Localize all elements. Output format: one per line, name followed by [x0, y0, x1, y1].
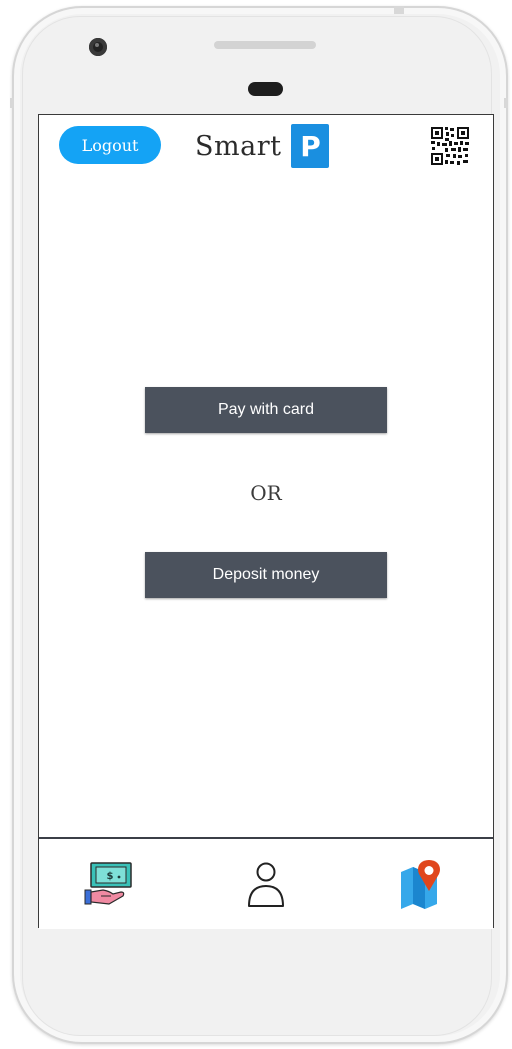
proximity-sensor	[248, 82, 283, 96]
svg-text:$: $	[107, 871, 114, 882]
app-logo: Smart P	[195, 123, 330, 169]
logo-text: Smart	[195, 130, 282, 162]
nav-map[interactable]	[382, 839, 462, 929]
bottom-navigation: $	[39, 837, 493, 929]
side-button-right	[504, 98, 508, 108]
side-button-left	[10, 98, 14, 108]
front-camera	[89, 38, 107, 56]
power-button	[394, 6, 404, 14]
logo-badge: P	[291, 124, 330, 168]
user-icon	[248, 862, 284, 907]
map-pin-icon	[401, 860, 440, 909]
or-separator: OR	[250, 481, 282, 505]
money-hand-icon: $	[84, 862, 132, 905]
pay-with-card-button[interactable]: Pay with card	[145, 387, 387, 433]
nav-payment[interactable]: $	[69, 839, 149, 929]
nav-profile[interactable]	[226, 839, 306, 929]
app-screen: Logout Smart P Pay with card OR Deposit …	[38, 114, 494, 929]
logout-button[interactable]: Logout	[59, 126, 161, 164]
earpiece-speaker	[214, 41, 316, 49]
qr-code-icon[interactable]	[430, 126, 470, 166]
deposit-money-button[interactable]: Deposit money	[145, 552, 387, 598]
